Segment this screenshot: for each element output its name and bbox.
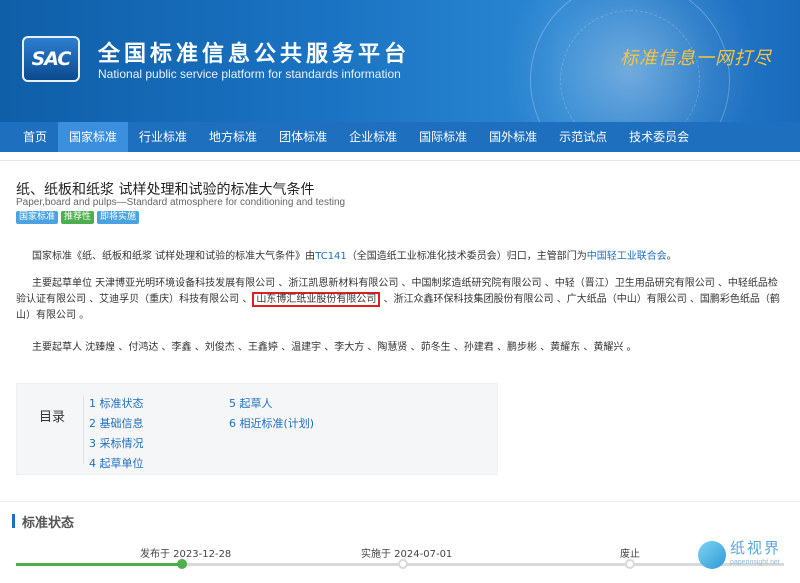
toc-item-status[interactable]: 1 标准状态 bbox=[89, 394, 144, 414]
tag-upcoming: 即将实施 bbox=[97, 211, 140, 224]
nav-industry-standards[interactable]: 行业标准 bbox=[128, 122, 198, 152]
drafters-paragraph: 主要起草人 沈臻煌 、付鸿达 、李鑫 、刘俊杰 、王鑫婷 、温建宇 、李大方 、… bbox=[32, 342, 637, 353]
governing-text-suffix: 。 bbox=[666, 251, 677, 262]
site-subtitle: National public service platform for sta… bbox=[98, 67, 401, 81]
status-section-title: 标准状态 bbox=[22, 516, 75, 531]
header-banner: SAC 全国标准信息公共服务平台 National public service… bbox=[0, 0, 800, 122]
governing-text-prefix: 国家标准《纸、纸板和纸浆 试样处理和试验的标准大气条件》由 bbox=[32, 251, 316, 262]
drafting-units-paragraph: 主要起草单位 天津博亚光明环境设备科技发展有限公司 、浙江凯恩新材料有限公司 、… bbox=[16, 276, 786, 324]
nav-tech-committee[interactable]: 技术委员会 bbox=[618, 122, 700, 152]
timeline-progress bbox=[16, 563, 182, 566]
main-nav: 首页 国家标准 行业标准 地方标准 团体标准 企业标准 国际标准 国外标准 示范… bbox=[0, 122, 800, 152]
timeline-dot-abolished bbox=[625, 559, 635, 569]
slogan: 标准信息一网打尽 bbox=[620, 48, 772, 69]
table-of-contents: 目录 1 标准状态 2 基础信息 3 采标情况 4 起草单位 5 起草人 6 相… bbox=[16, 383, 498, 475]
tc-link[interactable]: TC141 bbox=[315, 251, 347, 262]
watermark-url: paperinsight.net bbox=[730, 559, 780, 566]
site-title: 全国标准信息公共服务平台 bbox=[98, 42, 411, 67]
nav-home[interactable]: 首页 bbox=[12, 122, 58, 152]
nav-foreign-standards[interactable]: 国外标准 bbox=[478, 122, 548, 152]
nav-enterprise-standards[interactable]: 企业标准 bbox=[338, 122, 408, 152]
timeline-label-abolished: 废止 bbox=[620, 549, 640, 560]
nav-national-standards[interactable]: 国家标准 bbox=[58, 122, 129, 152]
tag-national-standard: 国家标准 bbox=[16, 211, 59, 224]
logo-text: SAC bbox=[31, 48, 72, 70]
status-section-header: 标准状态 bbox=[0, 501, 800, 539]
toc-column-1: 1 标准状态 2 基础信息 3 采标情况 4 起草单位 bbox=[89, 394, 144, 474]
watermark: 纸视界 paperinsight.net bbox=[698, 537, 794, 577]
watermark-text: 纸视界 bbox=[730, 539, 782, 557]
toc-item-drafting-units[interactable]: 4 起草单位 bbox=[89, 454, 144, 474]
tag-recommended: 推荐性 bbox=[61, 211, 95, 224]
timeline-label-published: 发布于 2023-12-28 bbox=[140, 549, 232, 560]
standard-title-en: Paper,board and pulps—Standard atmospher… bbox=[16, 197, 346, 208]
toc-divider bbox=[83, 396, 84, 464]
timeline-label-effective: 实施于 2024-07-01 bbox=[361, 549, 453, 560]
toc-item-adoption[interactable]: 3 采标情况 bbox=[89, 434, 144, 454]
highlighted-unit: 山东博汇纸业股份有限公司 bbox=[252, 292, 381, 307]
timeline-dot-published bbox=[177, 559, 187, 569]
timeline-dot-effective bbox=[398, 559, 408, 569]
sac-logo[interactable]: SAC bbox=[22, 36, 80, 82]
toc-item-similar-standards[interactable]: 6 相近标准(计划) bbox=[229, 414, 314, 434]
watermark-logo-icon bbox=[698, 541, 726, 569]
governing-text-mid: （全国造纸工业标准化技术委员会）归口，主管部门为 bbox=[346, 251, 587, 262]
section-accent-bar bbox=[12, 514, 15, 528]
nav-group-standards[interactable]: 团体标准 bbox=[268, 122, 338, 152]
toc-label: 目录 bbox=[39, 410, 66, 425]
toc-item-basic-info[interactable]: 2 基础信息 bbox=[89, 414, 144, 434]
standard-tags: 国家标准 推荐性 即将实施 bbox=[16, 211, 140, 224]
nav-international-standards[interactable]: 国际标准 bbox=[408, 122, 478, 152]
nav-local-standards[interactable]: 地方标准 bbox=[198, 122, 268, 152]
toc-item-drafters[interactable]: 5 起草人 bbox=[229, 394, 314, 414]
toc-column-2: 5 起草人 6 相近标准(计划) bbox=[229, 394, 314, 434]
governing-paragraph: 国家标准《纸、纸板和纸浆 试样处理和试验的标准大气条件》由TC141（全国造纸工… bbox=[16, 249, 786, 265]
department-link[interactable]: 中国轻工业联合会 bbox=[587, 251, 667, 262]
nav-pilot-demo[interactable]: 示范试点 bbox=[548, 122, 618, 152]
content-card: 纸、纸板和纸浆 试样处理和试验的标准大气条件 Paper,board and p… bbox=[0, 160, 800, 583]
standard-title: 纸、纸板和纸浆 试样处理和试验的标准大气条件 bbox=[16, 182, 315, 198]
